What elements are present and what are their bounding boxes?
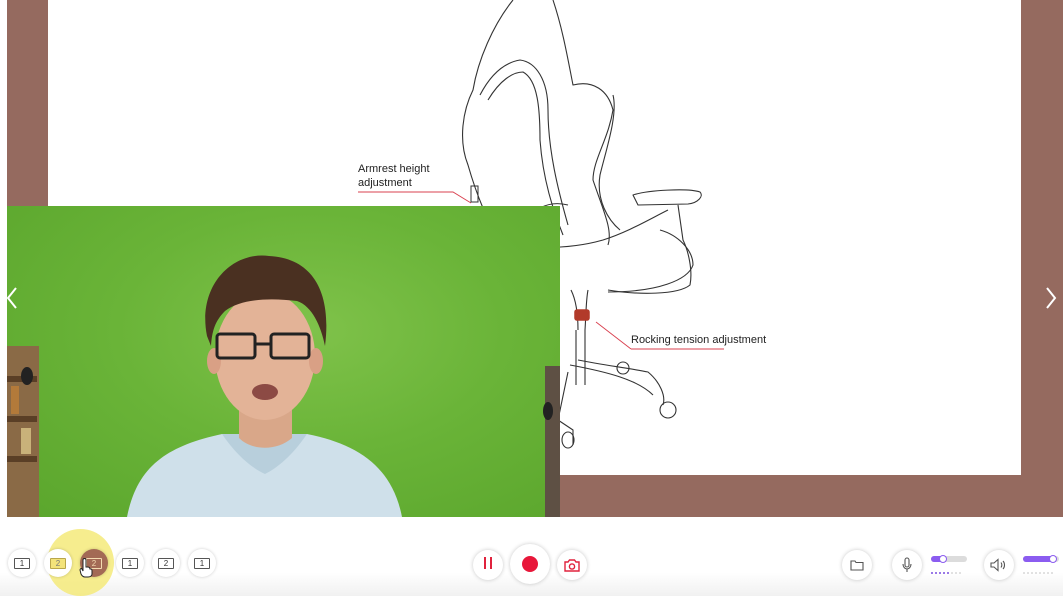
microphone-icon [902,557,912,572]
record-icon [522,556,538,572]
webcam-feed [7,206,560,517]
record-button[interactable] [510,544,550,584]
mic-meter-bar [947,572,949,574]
mic-level-slider[interactable] [931,555,967,563]
mic-meter-bar [943,572,945,574]
layout-slide-only-button[interactable]: 1 [8,549,36,577]
mic-meter-bar [955,572,957,574]
volume-meter-bar [1027,572,1029,574]
microphone-button[interactable] [892,550,922,580]
pause-button[interactable] [473,550,503,580]
layout-pip-alt-button[interactable]: 1 [116,549,144,577]
volume-knob[interactable] [1049,555,1058,563]
rocking-callout: Rocking tension adjustment [631,334,767,346]
prev-slide-button[interactable] [2,283,22,313]
layout-slide-only-icon: 1 [14,557,30,569]
speaker-button[interactable] [984,550,1014,580]
volume-meter-bar [1047,572,1049,574]
mic-level-knob[interactable] [939,555,948,563]
mic-meter-bar [959,572,961,574]
mic-meter-bar [935,572,937,574]
volume-meter [1023,572,1053,574]
volume-meter-bar [1035,572,1037,574]
armrest-callout-line1: Armrest height [358,163,430,175]
presentation-stage: Armrest height adjustment Rocking tensio… [7,0,1063,517]
volume-meter-bar [1043,572,1045,574]
camera-icon [564,559,580,572]
armrest-callout: Armrest height adjustment [358,162,430,190]
chevron-left-icon [6,287,17,309]
mic-meter-bar [931,572,933,574]
snapshot-button[interactable] [557,550,587,580]
volume-meter-bar [1039,572,1041,574]
layout-split-icon: 1 [194,557,210,569]
mic-meter-bar [951,572,953,574]
next-slide-button[interactable] [1041,283,1061,313]
open-folder-button[interactable] [842,550,872,580]
layout-camera-only-button[interactable]: 2 [44,549,72,577]
mic-level-meter [931,572,961,574]
volume-slider[interactable] [1023,555,1059,563]
pause-icon [482,556,494,574]
volume-meter-bar [1051,572,1053,574]
presenter-image [7,255,560,517]
volume-meter-bar [1031,572,1033,574]
volume-meter-bar [1023,572,1025,574]
layout-side-by-side-icon: 2 [158,557,174,569]
mic-meter-bar [939,572,941,574]
layout-split-button[interactable]: 1 [188,549,216,577]
layout-side-by-side-button[interactable]: 2 [152,549,180,577]
layout-pip-alt-icon: 1 [122,557,138,569]
armrest-callout-line2: adjustment [358,177,412,189]
chevron-right-icon [1046,287,1057,309]
hand-cursor-icon [79,558,93,578]
folder-icon [850,560,864,571]
layout-camera-only-icon: 2 [50,557,66,569]
speaker-icon [990,558,1006,572]
